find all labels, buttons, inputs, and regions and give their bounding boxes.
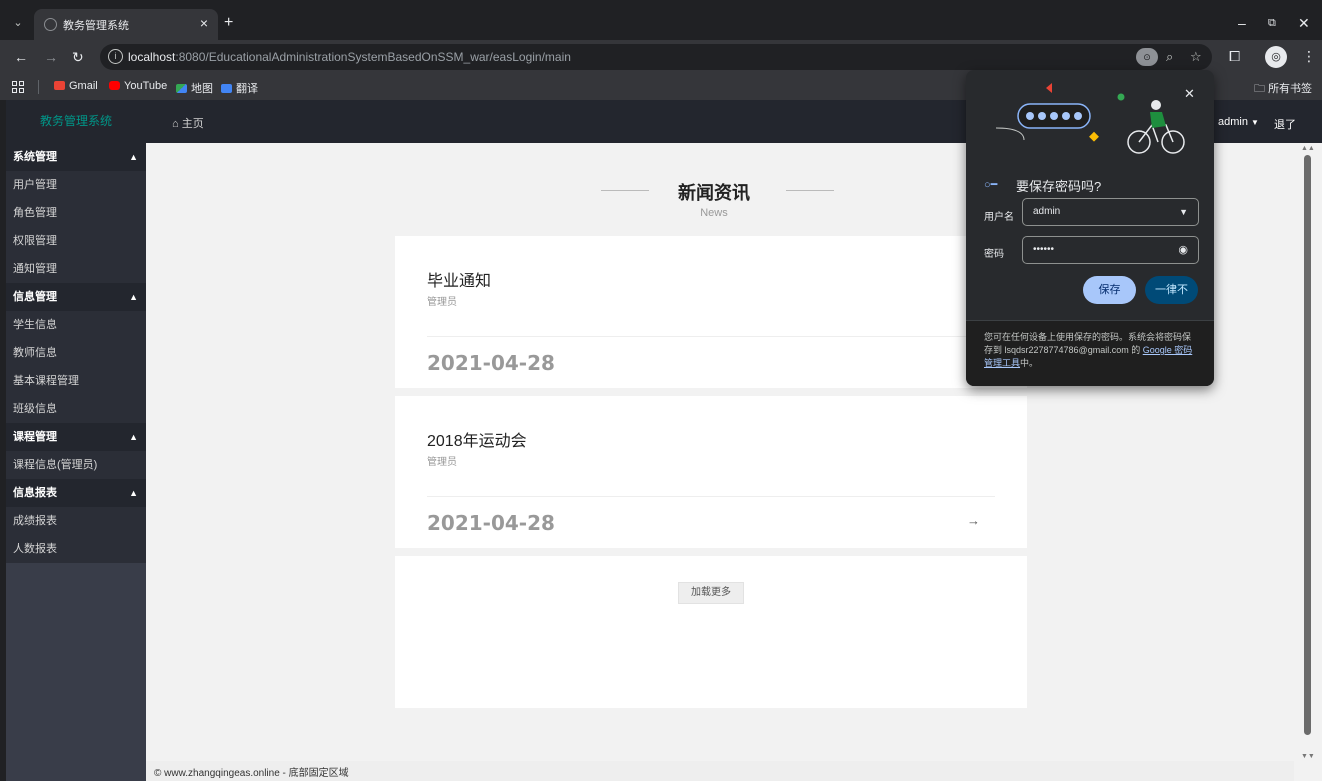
dialog-title: 要保存密码吗? — [1016, 179, 1102, 194]
divider — [427, 496, 995, 497]
scrollbar-thumb[interactable] — [1304, 155, 1311, 735]
browser-tab[interactable]: 教务管理系统 × — [34, 9, 218, 40]
bookmark-maps[interactable]: 地图 — [176, 80, 213, 96]
username-label: 用户名 — [984, 212, 1014, 223]
sidebar-item-course-info-admin[interactable]: 课程信息(管理员) — [6, 451, 146, 479]
home-link[interactable]: ⌂ 主页 — [172, 115, 204, 131]
menu-group-info[interactable]: 信息管理 ▲ — [6, 283, 146, 311]
news-card-title[interactable]: 2018年运动会 — [427, 427, 527, 451]
apps-grid-icon[interactable] — [12, 81, 24, 93]
bookmark-star-icon[interactable]: ☆ — [1190, 49, 1202, 65]
tab-close-icon[interactable]: × — [200, 15, 208, 31]
forward-icon[interactable]: → — [44, 49, 58, 65]
password-label: 密码 — [984, 249, 1004, 260]
dialog-footer: 您可在任何设备上使用保存的密码。系统会将密码保存到 lsqdsr22787747… — [966, 320, 1214, 386]
browser-toolbar: ← → ↻ i localhost:8080/EducationalAdmini… — [0, 40, 1322, 74]
bookmark-youtube[interactable]: YouTube — [109, 80, 167, 92]
sidebar-item-notice-management[interactable]: 通知管理 — [6, 255, 146, 283]
app-logo[interactable]: 教务管理系统 — [6, 100, 146, 143]
key-icon: ○━ — [984, 179, 998, 191]
sidebar-item-student-info[interactable]: 学生信息 — [6, 311, 146, 339]
news-card-title[interactable]: 毕业通知 — [427, 267, 491, 291]
all-bookmarks[interactable]: 🗀 所有书签 — [1254, 80, 1312, 99]
user-menu[interactable]: admin ▼ — [1218, 116, 1259, 128]
maps-icon — [176, 84, 187, 93]
bookmark-translate[interactable]: 翻译 — [221, 80, 258, 96]
scroll-up-icon[interactable]: ▲▲ — [1301, 145, 1315, 152]
password-key-icon[interactable]: ⊙ — [1136, 48, 1158, 66]
close-icon[interactable]: ✕ — [1184, 86, 1195, 102]
sidebar-item-teacher-info[interactable]: 教师信息 — [6, 339, 146, 367]
caret-up-icon: ▲ — [129, 152, 138, 162]
save-button[interactable]: 保存 — [1083, 276, 1136, 304]
caret-up-icon: ▲ — [129, 432, 138, 442]
chrome-menu-icon[interactable]: ⋮ — [1302, 48, 1316, 65]
divider — [427, 336, 995, 337]
menu-group-course[interactable]: 课程管理 ▲ — [6, 423, 146, 451]
profile-avatar[interactable]: ◎ — [1265, 46, 1287, 68]
extensions-icon[interactable]: ⧠ — [1229, 48, 1240, 65]
back-icon[interactable]: ← — [14, 49, 28, 65]
menu-group-system[interactable]: 系统管理 ▲ — [6, 143, 146, 171]
eye-icon[interactable]: ◉ — [1178, 237, 1188, 263]
sidebar-item-permission-management[interactable]: 权限管理 — [6, 227, 146, 255]
news-card-date: 2021-04-28 — [427, 511, 555, 535]
load-more-panel: 加载更多 — [395, 556, 1027, 708]
news-card-author: 管理员 — [427, 457, 457, 468]
load-more-button[interactable]: 加载更多 — [678, 582, 744, 604]
translate-icon — [221, 84, 232, 93]
new-tab-icon[interactable]: + — [224, 15, 233, 31]
password-field[interactable]: •••••• ◉ — [1022, 236, 1199, 264]
caret-down-icon: ▼ — [1251, 118, 1259, 127]
url-text[interactable]: localhost:8080/EducationalAdministration… — [128, 50, 571, 64]
sidebar-item-score-report[interactable]: 成绩报表 — [6, 507, 146, 535]
sidebar-item-class-info[interactable]: 班级信息 — [6, 395, 146, 423]
home-icon: ⌂ — [172, 118, 182, 130]
footer: © www.zhangqingeas.online - 底部固定区域 — [146, 761, 1294, 781]
news-card[interactable]: 毕业通知 管理员 2021-04-28 — [395, 236, 1027, 388]
restore-icon[interactable]: ⧉ — [1268, 15, 1276, 31]
youtube-icon — [109, 81, 120, 90]
title-line-right — [786, 190, 834, 191]
tab-title: 教务管理系统 — [63, 20, 129, 32]
caret-up-icon: ▲ — [129, 488, 138, 498]
tab-favicon-icon — [44, 18, 57, 31]
news-card[interactable]: 2018年运动会 管理员 2021-04-28 → — [395, 396, 1027, 548]
sidebar-item-role-management[interactable]: 角色管理 — [6, 199, 146, 227]
minimize-icon[interactable]: – — [1238, 15, 1246, 31]
bookmarks-divider — [38, 80, 39, 94]
sidebar: 系统管理 ▲ 用户管理 角色管理 权限管理 通知管理 信息管理 ▲ 学生信息 教师信… — [6, 143, 146, 781]
vertical-scrollbar[interactable]: ▲▲ ▼▼ — [1294, 143, 1322, 781]
sidebar-item-user-management[interactable]: 用户管理 — [6, 171, 146, 199]
never-button[interactable]: 一律不 — [1145, 276, 1198, 304]
zoom-icon[interactable]: ⌕ — [1166, 49, 1173, 65]
site-info-icon[interactable]: i — [108, 49, 123, 64]
save-password-dialog: ✕ ○━ 要保存密码吗? 用户名 admin ▼ 密码 •••••• ◉ 保存 … — [966, 70, 1214, 386]
password-illustration — [995, 83, 1185, 154]
news-card-date: 2021-04-28 — [427, 351, 555, 375]
folder-icon: 🗀 — [1254, 83, 1269, 95]
menu-group-report[interactable]: 信息报表 ▲ — [6, 479, 146, 507]
caret-up-icon: ▲ — [129, 292, 138, 302]
close-window-icon[interactable]: ✕ — [1298, 15, 1310, 31]
gmail-icon — [54, 81, 65, 90]
sidebar-item-course-basic[interactable]: 基本课程管理 — [6, 367, 146, 395]
logout-link[interactable]: 退了 — [1274, 116, 1296, 132]
arrow-right-icon[interactable]: → — [967, 513, 980, 528]
username-field[interactable]: admin ▼ — [1022, 198, 1199, 226]
address-bar[interactable]: i localhost:8080/EducationalAdministrati… — [100, 44, 1212, 70]
tab-search-chevron-icon[interactable]: ⌄ — [10, 15, 26, 31]
bookmark-gmail[interactable]: Gmail — [54, 80, 98, 92]
news-card-author: 管理员 — [427, 297, 457, 308]
scroll-down-icon[interactable]: ▼▼ — [1301, 753, 1315, 760]
dropdown-caret-icon[interactable]: ▼ — [1179, 199, 1188, 225]
browser-titlebar: ⌄ 教务管理系统 × + – ⧉ ✕ — [0, 6, 1322, 40]
sidebar-item-headcount-report[interactable]: 人数报表 — [6, 535, 146, 563]
reload-icon[interactable]: ↻ — [72, 49, 84, 65]
